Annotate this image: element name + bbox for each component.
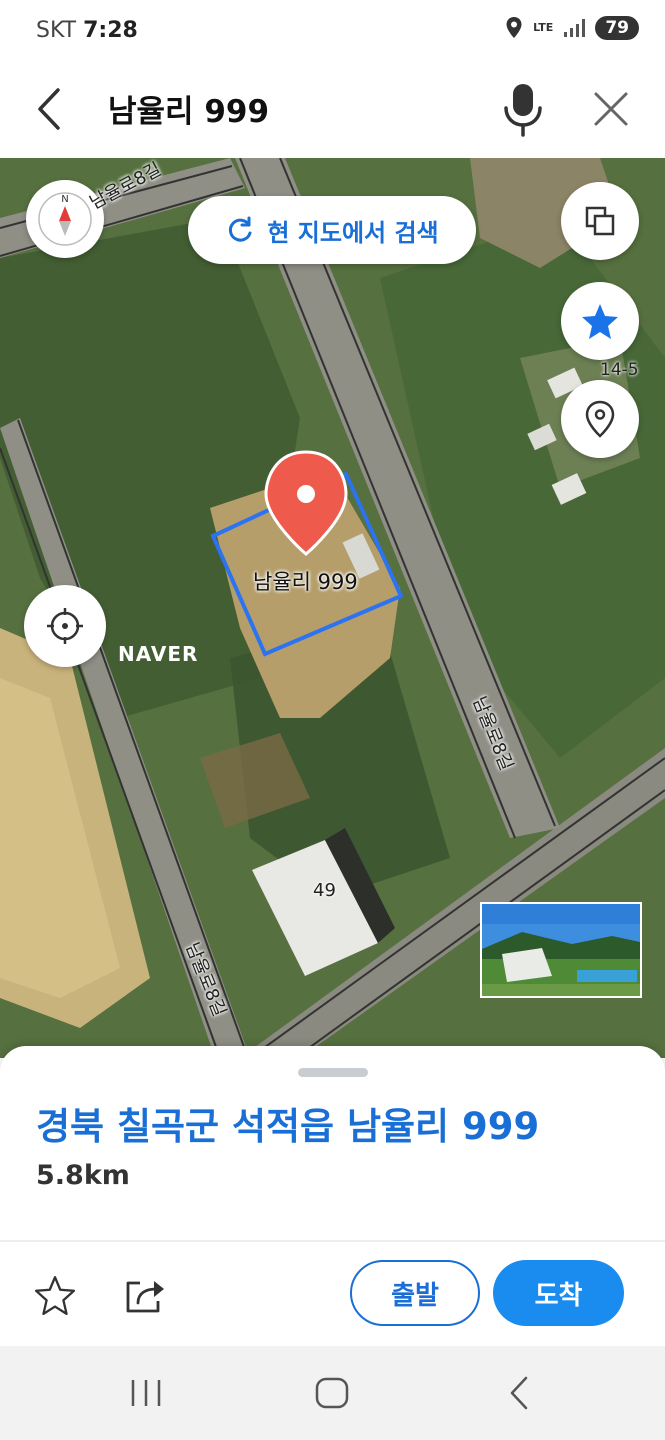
favorite-layer-button[interactable] bbox=[561, 282, 639, 360]
search-query[interactable]: 남율리 999 bbox=[108, 86, 269, 131]
recent-apps-icon[interactable] bbox=[128, 1376, 164, 1410]
my-location-button[interactable] bbox=[24, 585, 106, 667]
building-number: 49 bbox=[313, 880, 336, 901]
status-bar: SKT 7:28 LTE 79 bbox=[0, 0, 665, 62]
status-carrier-time: SKT 7:28 bbox=[36, 18, 138, 43]
location-pin-icon bbox=[585, 400, 615, 438]
layers-icon bbox=[585, 206, 615, 236]
street-view-thumbnail[interactable] bbox=[480, 902, 642, 998]
naver-logo: NAVER bbox=[118, 642, 199, 666]
svg-text:N: N bbox=[61, 194, 68, 205]
refresh-icon bbox=[229, 216, 252, 242]
home-icon[interactable] bbox=[314, 1376, 350, 1410]
layers-button[interactable] bbox=[561, 182, 639, 260]
status-icons: LTE 79 bbox=[505, 16, 639, 40]
nearby-lot-label: 14-5 bbox=[600, 360, 639, 380]
divider bbox=[0, 1240, 665, 1242]
place-bottom-sheet: 경북 칠곡군 석적읍 남율리 999 5.8km 출발 도착 bbox=[0, 1046, 665, 1346]
signal-icon bbox=[564, 19, 586, 37]
compass-icon: N bbox=[38, 192, 92, 246]
system-back-icon[interactable] bbox=[504, 1374, 534, 1412]
battery-indicator: 79 bbox=[595, 16, 639, 40]
share-icon[interactable] bbox=[124, 1275, 166, 1315]
star-icon bbox=[582, 304, 618, 339]
street-view-image bbox=[482, 904, 640, 996]
close-icon[interactable] bbox=[588, 86, 634, 132]
location-status-icon bbox=[506, 17, 522, 38]
place-address[interactable]: 경북 칠곡군 석적읍 남율리 999 bbox=[36, 1096, 539, 1150]
star-icon[interactable] bbox=[34, 1274, 76, 1316]
network-label: LTE bbox=[533, 21, 554, 34]
map-view[interactable]: N 현 지도에서 검색 14-5 NAVER 남율리 999 49 남율로8길 … bbox=[0, 158, 665, 1058]
sheet-drag-handle[interactable] bbox=[298, 1068, 368, 1077]
place-distance: 5.8km bbox=[36, 1160, 130, 1191]
back-arrow-icon[interactable] bbox=[30, 84, 70, 134]
search-this-area-button[interactable]: 현 지도에서 검색 bbox=[188, 196, 476, 264]
clock: 7:28 bbox=[83, 18, 138, 43]
system-nav-bar bbox=[0, 1346, 665, 1440]
place-pin-button[interactable] bbox=[561, 380, 639, 458]
carrier-label: SKT bbox=[36, 18, 77, 43]
arrive-button[interactable]: 도착 bbox=[493, 1260, 624, 1326]
search-this-area-label: 현 지도에서 검색 bbox=[267, 218, 439, 247]
marker-label: 남율리 999 bbox=[253, 570, 358, 594]
search-bar: 남율리 999 bbox=[0, 62, 665, 158]
arrive-label: 도착 bbox=[534, 1280, 583, 1311]
start-button[interactable]: 출발 bbox=[350, 1260, 480, 1326]
microphone-icon[interactable] bbox=[498, 80, 548, 140]
start-label: 출발 bbox=[391, 1280, 439, 1311]
crosshair-icon bbox=[47, 608, 83, 644]
